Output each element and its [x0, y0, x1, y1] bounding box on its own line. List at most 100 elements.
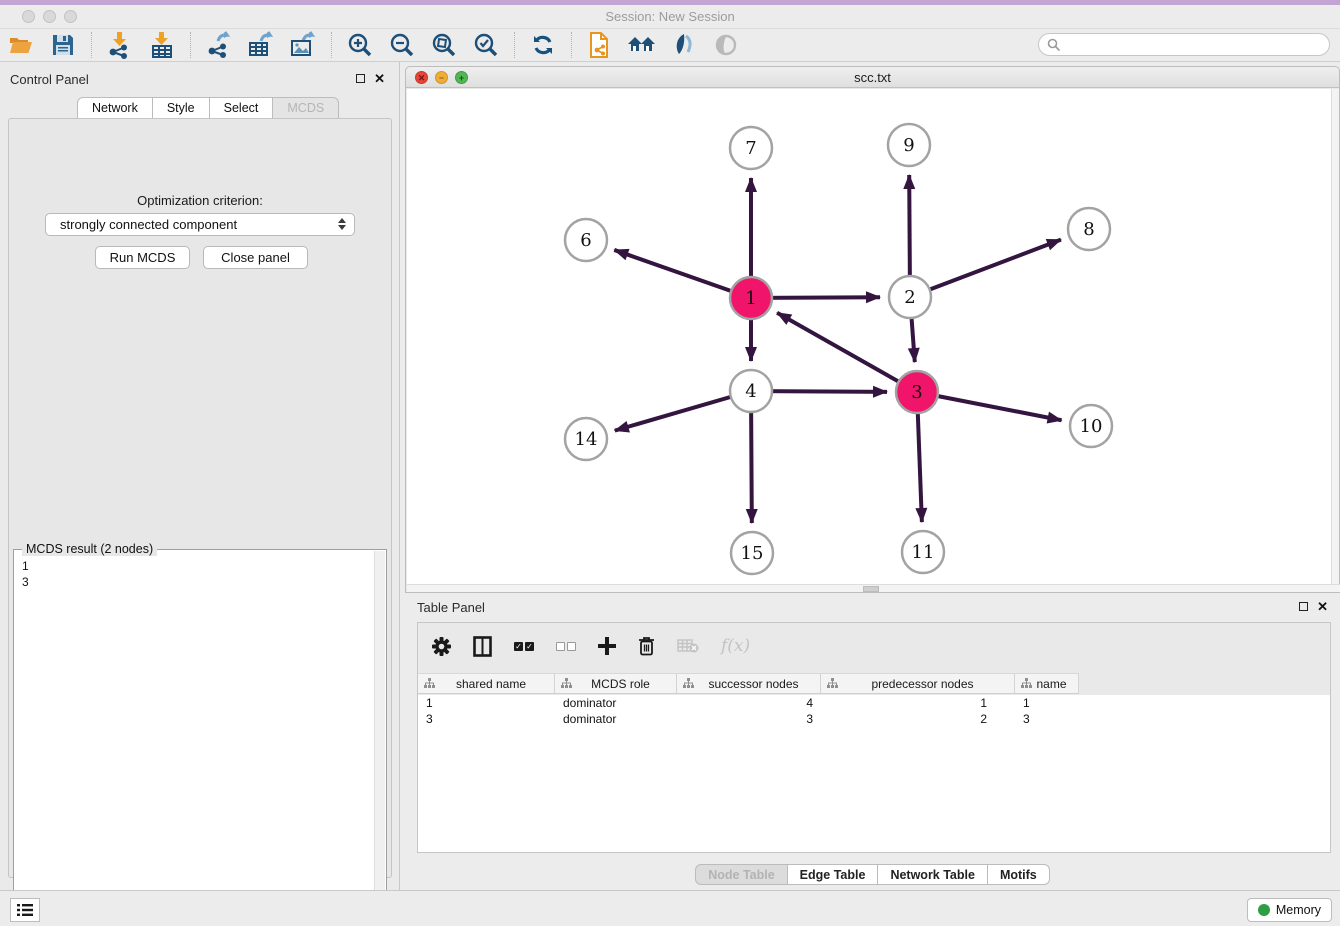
- graph-node-4[interactable]: 4: [730, 370, 772, 412]
- export-network-icon[interactable]: [204, 31, 234, 59]
- close-panel-button[interactable]: Close panel: [203, 246, 308, 269]
- cell-successor-nodes[interactable]: 3: [677, 711, 821, 727]
- add-column-icon[interactable]: [598, 637, 616, 655]
- graph-node-8[interactable]: 8: [1068, 208, 1110, 250]
- svg-text:6: 6: [580, 230, 591, 251]
- graph-edge-3-1[interactable]: [777, 313, 917, 392]
- new-network-from-selection-icon[interactable]: [585, 31, 615, 59]
- search-input[interactable]: [1038, 33, 1330, 56]
- close-panel-icon[interactable]: ✕: [374, 73, 385, 84]
- toolbar-separator: [190, 32, 191, 58]
- tab-node-table[interactable]: Node Table: [695, 864, 787, 885]
- optimization-criterion-select[interactable]: strongly connected component: [45, 213, 355, 236]
- close-window-button[interactable]: [22, 10, 35, 23]
- import-table-icon[interactable]: [147, 31, 177, 59]
- tab-mcds[interactable]: MCDS: [273, 97, 339, 119]
- task-history-button[interactable]: [10, 898, 40, 922]
- cell-shared-name[interactable]: 3: [418, 711, 555, 727]
- column-header-shared-name[interactable]: shared name: [418, 674, 555, 693]
- table-row[interactable]: 1dominator411: [418, 695, 1330, 711]
- app-titlebar: Session: New Session: [0, 5, 1340, 29]
- toolbar-separator: [331, 32, 332, 58]
- graph-edge-2-8[interactable]: [910, 240, 1061, 297]
- tab-edge-table[interactable]: Edge Table: [788, 864, 879, 885]
- show-column-panel-icon[interactable]: [473, 636, 492, 657]
- graph-node-15[interactable]: 15: [731, 532, 773, 574]
- maximize-view-icon[interactable]: +: [455, 71, 468, 84]
- network-window: ✕ − + scc.txt 1 2 3 4 6 7 8 9 10 11 14 15: [405, 66, 1340, 593]
- close-view-icon[interactable]: ✕: [415, 71, 428, 84]
- float-panel-icon[interactable]: [356, 74, 365, 83]
- mcds-result-text[interactable]: 1 3: [22, 558, 29, 590]
- network-graph: 1 2 3 4 6 7 8 9 10 11 14 15: [407, 89, 1332, 586]
- svg-text:11: 11: [912, 542, 935, 563]
- graph-node-14[interactable]: 14: [565, 418, 607, 460]
- graph-node-10[interactable]: 10: [1070, 405, 1112, 447]
- column-header-MCDS-role[interactable]: MCDS role: [555, 674, 677, 693]
- network-canvas[interactable]: 1 2 3 4 6 7 8 9 10 11 14 15: [407, 89, 1332, 586]
- optimization-criterion-label: Optimization criterion:: [9, 193, 391, 208]
- column-header-name[interactable]: name: [1015, 674, 1079, 693]
- cell-predecessor-nodes[interactable]: 1: [821, 695, 1015, 711]
- app-title: Session: New Session: [0, 5, 1340, 29]
- export-image-icon[interactable]: [288, 31, 318, 59]
- cell-shared-name[interactable]: 1: [418, 695, 555, 711]
- table-header: shared nameMCDS rolesuccessor nodesprede…: [418, 673, 1079, 694]
- graph-node-2[interactable]: 2: [889, 276, 931, 318]
- svg-text:1: 1: [745, 288, 756, 309]
- network-window-titlebar[interactable]: ✕ − + scc.txt: [406, 67, 1339, 88]
- tab-network-table[interactable]: Network Table: [878, 864, 988, 885]
- cell-MCDS-role[interactable]: dominator: [555, 711, 677, 727]
- cell-MCDS-role[interactable]: dominator: [555, 695, 677, 711]
- graph-node-1[interactable]: 1: [730, 277, 772, 319]
- control-panel: Control Panel ✕ NetworkStyleSelectMCDS O…: [0, 62, 400, 890]
- unselect-all-columns-icon[interactable]: [556, 642, 576, 651]
- tab-motifs[interactable]: Motifs: [988, 864, 1050, 885]
- zoom-selected-icon[interactable]: [471, 31, 501, 59]
- column-header-successor-nodes[interactable]: successor nodes: [677, 674, 821, 693]
- houses-icon[interactable]: [627, 31, 657, 59]
- gear-icon[interactable]: [432, 637, 451, 656]
- network-hscroll-thumb[interactable]: [863, 586, 879, 592]
- minimize-view-icon[interactable]: −: [435, 71, 448, 84]
- cell-name[interactable]: 3: [1015, 711, 1079, 727]
- network-hscrollbar[interactable]: [407, 584, 1340, 592]
- memory-button[interactable]: Memory: [1247, 898, 1332, 922]
- delete-column-icon[interactable]: [638, 636, 655, 656]
- import-network-icon[interactable]: [105, 31, 135, 59]
- zoom-window-button[interactable]: [64, 10, 77, 23]
- close-table-panel-icon[interactable]: ✕: [1317, 601, 1328, 612]
- eye-icon[interactable]: [711, 31, 741, 59]
- network-vscrollbar[interactable]: [1331, 89, 1339, 586]
- delete-table-icon: [677, 638, 699, 654]
- tab-style[interactable]: Style: [153, 97, 210, 119]
- save-icon[interactable]: [48, 31, 78, 59]
- float-table-panel-icon[interactable]: [1299, 602, 1308, 611]
- graph-node-7[interactable]: 7: [730, 127, 772, 169]
- run-mcds-button[interactable]: Run MCDS: [95, 246, 190, 269]
- graph-node-9[interactable]: 9: [888, 124, 930, 166]
- zoom-out-icon[interactable]: [387, 31, 417, 59]
- minimize-window-button[interactable]: [43, 10, 56, 23]
- svg-text:9: 9: [903, 135, 914, 156]
- column-header-predecessor-nodes[interactable]: predecessor nodes: [821, 674, 1015, 693]
- svg-text:10: 10: [1080, 416, 1103, 437]
- zoom-fit-icon[interactable]: [429, 31, 459, 59]
- cell-predecessor-nodes[interactable]: 2: [821, 711, 1015, 727]
- select-all-columns-icon[interactable]: ✓✓: [514, 642, 534, 651]
- open-folder-icon[interactable]: [6, 31, 36, 59]
- result-scrollbar[interactable]: [374, 551, 385, 923]
- zoom-in-icon[interactable]: [345, 31, 375, 59]
- cell-name[interactable]: 1: [1015, 695, 1079, 711]
- graph-node-11[interactable]: 11: [902, 531, 944, 573]
- table-row[interactable]: 3dominator323: [418, 711, 1330, 727]
- graph-node-3[interactable]: 3: [896, 371, 938, 413]
- export-table-icon[interactable]: [246, 31, 276, 59]
- main-toolbar: [0, 29, 1340, 62]
- tab-network[interactable]: Network: [77, 97, 153, 119]
- style-brush-icon[interactable]: [669, 31, 699, 59]
- tab-select[interactable]: Select: [210, 97, 274, 119]
- refresh-icon[interactable]: [528, 31, 558, 59]
- cell-successor-nodes[interactable]: 4: [677, 695, 821, 711]
- graph-node-6[interactable]: 6: [565, 219, 607, 261]
